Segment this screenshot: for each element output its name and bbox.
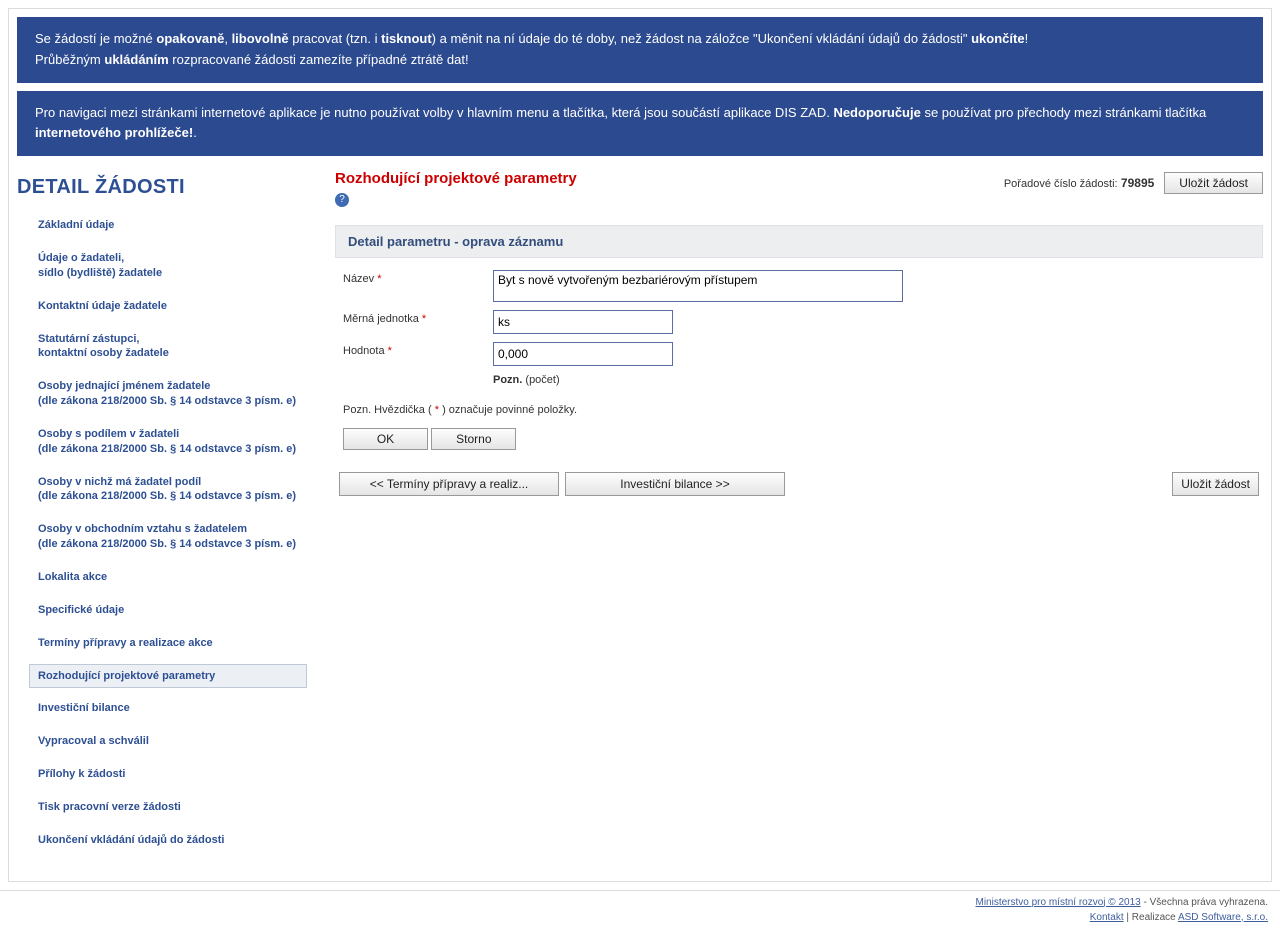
sidebar-item-1[interactable]: Údaje o žadateli,sídlo (bydliště) žadate… — [29, 246, 307, 286]
input-name[interactable]: Byt s nově vytvořeným bezbariérovým přís… — [493, 270, 903, 302]
sidebar-title: DETAIL ŽÁDOSTI — [17, 176, 313, 199]
ok-button[interactable]: OK — [343, 428, 428, 450]
footer-ministry-link[interactable]: Ministerstvo pro místní rozvoj © 2013 — [975, 897, 1140, 908]
sidebar-item-13[interactable]: Vypracoval a schválil — [29, 729, 307, 754]
nav-next-button[interactable]: Investiční bilance >> — [565, 472, 785, 496]
save-button-bottom[interactable]: Uložit žádost — [1172, 472, 1259, 496]
sidebar-item-12[interactable]: Investiční bilance — [29, 696, 307, 721]
sidebar-item-7[interactable]: Osoby v obchodním vztahu s žadatelem(dle… — [29, 517, 307, 557]
sidebar: DETAIL ŽÁDOSTI Základní údaje Údaje o žad… — [17, 170, 317, 860]
notice-primary: Se žádostí je možné opakovaně, libovolně… — [17, 17, 1263, 83]
sidebar-item-10[interactable]: Termíny přípravy a realizace akce — [29, 631, 307, 656]
label-value: Hodnota * — [343, 342, 493, 357]
label-name: Název * — [343, 270, 493, 285]
sidebar-item-0[interactable]: Základní údaje — [29, 213, 307, 238]
footer: Ministerstvo pro místní rozvoj © 2013 - … — [0, 890, 1280, 929]
page-heading: Rozhodující projektové parametry — [335, 170, 577, 187]
sidebar-item-16[interactable]: Ukončení vkládání údajů do žádosti — [29, 828, 307, 853]
sidebar-item-15[interactable]: Tisk pracovní verze žádosti — [29, 795, 307, 820]
save-button-top[interactable]: Uložit žádost — [1164, 172, 1263, 194]
order-number: Pořadové číslo žádosti: 79895 — [1004, 176, 1154, 190]
input-value[interactable] — [493, 342, 673, 366]
main-panel: Rozhodující projektové parametry ? Pořad… — [317, 170, 1263, 860]
required-note: Pozn. Hvězdička ( * ) označuje povinné p… — [343, 404, 1263, 416]
sidebar-item-5[interactable]: Osoby s podílem v žadateli(dle zákona 21… — [29, 422, 307, 462]
label-unit: Měrná jednotka * — [343, 310, 493, 325]
footer-vendor-link[interactable]: ASD Software, s.r.o. — [1178, 912, 1268, 923]
section-title: Detail parametru - oprava záznamu — [335, 225, 1263, 258]
input-unit[interactable] — [493, 310, 673, 334]
sidebar-item-4[interactable]: Osoby jednající jménem žadatele(dle záko… — [29, 374, 307, 414]
note-line: Pozn. (počet) — [493, 374, 560, 386]
sidebar-item-14[interactable]: Přílohy k žádosti — [29, 762, 307, 787]
sidebar-item-8[interactable]: Lokalita akce — [29, 565, 307, 590]
notice-secondary: Pro navigaci mezi stránkami internetové … — [17, 91, 1263, 157]
help-icon[interactable]: ? — [335, 193, 349, 207]
sidebar-item-11[interactable]: Rozhodující projektové parametry — [29, 664, 307, 689]
cancel-button[interactable]: Storno — [431, 428, 516, 450]
sidebar-item-6[interactable]: Osoby v nichž má žadatel podíl(dle zákon… — [29, 470, 307, 510]
sidebar-item-3[interactable]: Statutární zástupci,kontaktní osoby žada… — [29, 327, 307, 367]
nav-prev-button[interactable]: << Termíny přípravy a realiz... — [339, 472, 559, 496]
sidebar-item-9[interactable]: Specifické údaje — [29, 598, 307, 623]
footer-contact-link[interactable]: Kontakt — [1090, 912, 1124, 923]
sidebar-item-2[interactable]: Kontaktní údaje žadatele — [29, 294, 307, 319]
